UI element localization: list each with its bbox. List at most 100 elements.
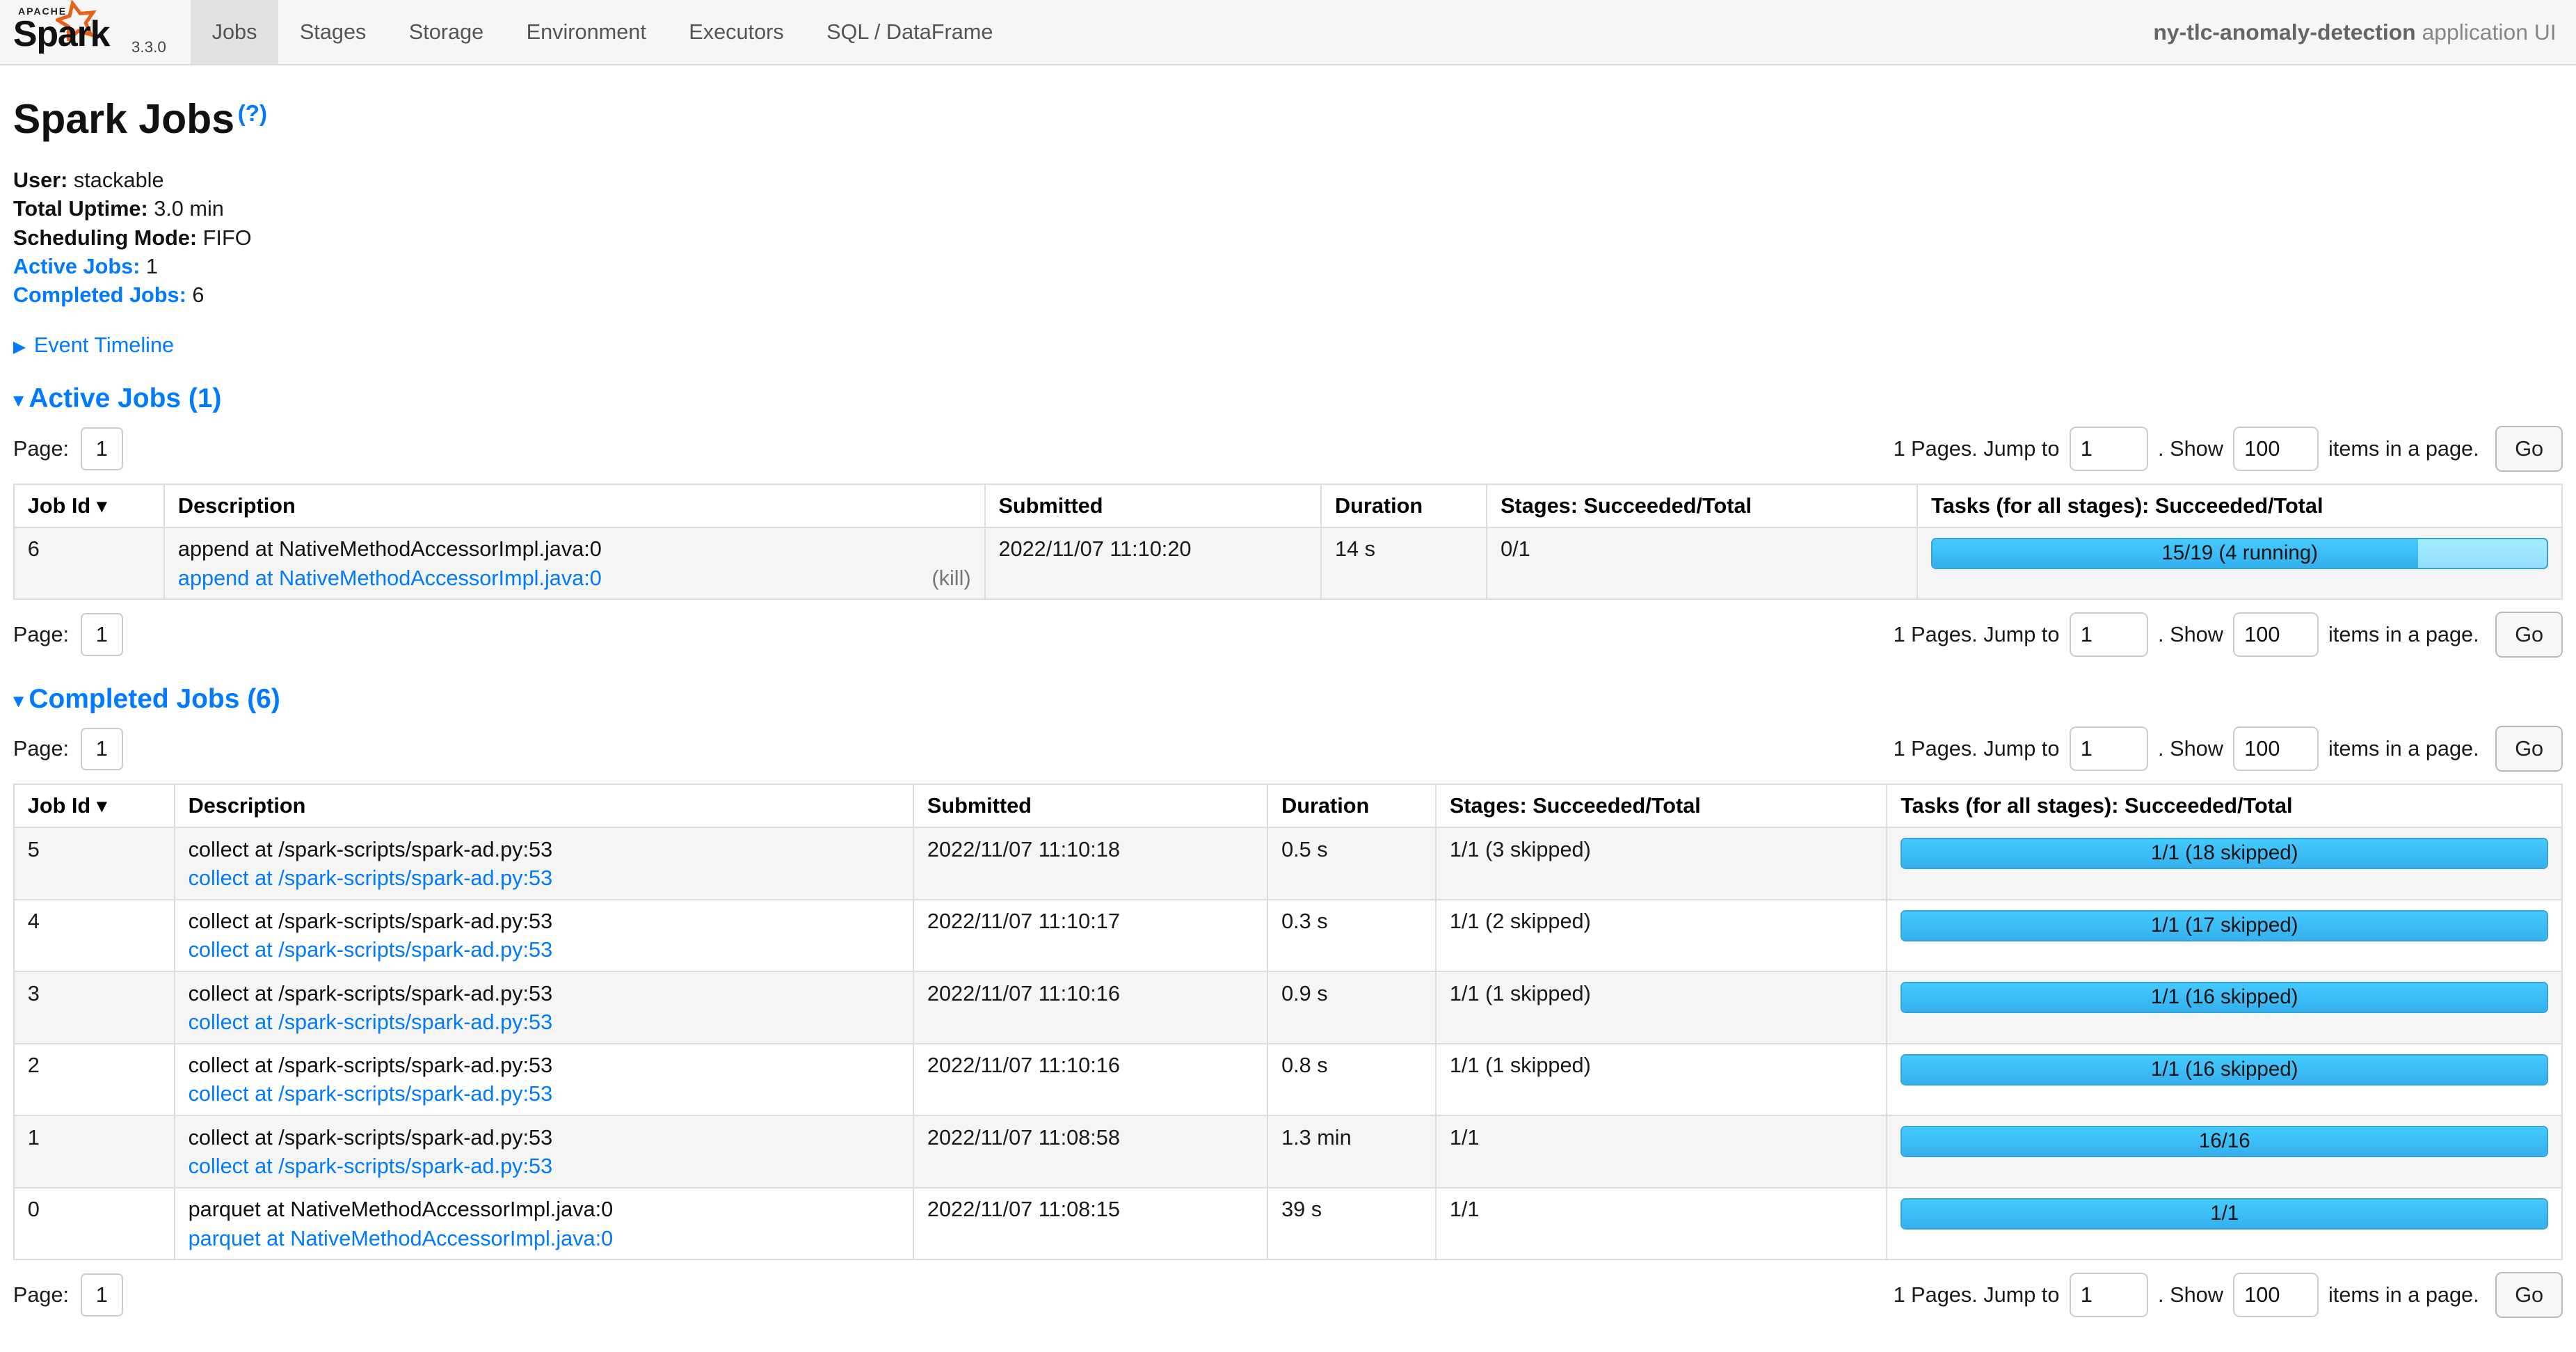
column-header-1[interactable]: Description [164,484,985,527]
description-cell: collect at /spark-scripts/spark-ad.py:53… [175,1044,913,1116]
main-content: Spark Jobs(?) User: stackable Total Upti… [0,95,2576,1352]
submitted-cell: 2022/11/07 11:10:16 [913,971,1267,1044]
duration-cell: 1.3 min [1267,1115,1436,1188]
application-title: ny-tlc-anomaly-detection application UI [2153,19,2576,45]
tasks-cell: 1/1 (16 skipped) [1887,1044,2562,1116]
tab-environment[interactable]: Environment [505,0,668,64]
completed-jobs-section: ▾Completed Jobs (6) Page: 1 1 Pages. Jum… [13,684,2563,1318]
page-number-box[interactable]: 1 [81,1273,123,1316]
tab-jobs[interactable]: Jobs [191,0,278,64]
tasks-cell: 1/1 (17 skipped) [1887,900,2562,972]
job-id-cell: 1 [14,1115,175,1188]
job-description-link[interactable]: collect at /spark-scripts/spark-ad.py:53 [189,935,553,964]
tasks-progress-bar: 16/16 [1901,1126,2548,1157]
active-jobs-link[interactable]: Active Jobs: [13,254,140,278]
jump-to-input[interactable] [2070,612,2148,657]
job-description: collect at /spark-scripts/spark-ad.py:53 [189,979,900,1008]
progress-label: 1/1 [1902,1200,2547,1227]
items-text: items in a page. [2328,736,2479,761]
submitted-cell: 2022/11/07 11:10:18 [913,827,1267,900]
nav-tabs: Jobs Stages Storage Environment Executor… [191,0,1014,64]
summary-completed-jobs: Completed Jobs: 6 [13,280,2563,309]
duration-cell: 14 s [1321,527,1487,600]
summary-active-jobs: Active Jobs: 1 [13,252,2563,280]
job-row: 6 append at NativeMethodAccessorImpl.jav… [14,527,2562,600]
help-link[interactable]: (?) [238,101,267,127]
job-id-cell: 4 [14,900,175,972]
tasks-progress-bar: 15/19 (4 running) [1931,538,2548,569]
stages-cell: 1/1 [1436,1188,1887,1260]
application-name: ny-tlc-anomaly-detection [2153,19,2415,45]
completed-jobs-heading[interactable]: ▾Completed Jobs (6) [13,684,2563,715]
job-row: 3 collect at /spark-scripts/spark-ad.py:… [14,971,2562,1044]
column-header-4[interactable]: Stages: Succeeded/Total [1436,784,1887,827]
spark-logo[interactable]: APACHE Spark 3.3.0 [0,0,174,64]
summary-scheduling-mode: Scheduling Mode: FIFO [13,223,2563,252]
completed-jobs-table-wrap: Job Id ▾DescriptionSubmittedDurationStag… [13,784,2563,1260]
stages-cell: 0/1 [1487,527,1917,600]
column-header-4[interactable]: Stages: Succeeded/Total [1487,484,1917,527]
pagination-row: Page: 1 1 Pages. Jump to . Show items in… [13,726,2563,772]
pages-jump-text: 1 Pages. Jump to [1894,622,2060,647]
stages-cell: 1/1 (1 skipped) [1436,971,1887,1044]
column-header-3[interactable]: Duration [1267,784,1436,827]
column-header-5[interactable]: Tasks (for all stages): Succeeded/Total [1887,784,2562,827]
page-number-box[interactable]: 1 [81,613,123,655]
tasks-cell: 15/19 (4 running) [1917,527,2562,600]
show-items-input[interactable] [2233,612,2319,657]
tab-executors[interactable]: Executors [668,0,806,64]
completed-jobs-link[interactable]: Completed Jobs: [13,283,186,307]
tab-stages[interactable]: Stages [278,0,387,64]
go-button[interactable]: Go [2495,726,2563,772]
go-button[interactable]: Go [2495,1272,2563,1318]
job-description-link[interactable]: parquet at NativeMethodAccessorImpl.java… [189,1224,614,1252]
job-row: 2 collect at /spark-scripts/spark-ad.py:… [14,1044,2562,1116]
tab-storage[interactable]: Storage [387,0,505,64]
job-description-link[interactable]: append at NativeMethodAccessorImpl.java:… [178,564,602,592]
job-row: 1 collect at /spark-scripts/spark-ad.py:… [14,1115,2562,1188]
page-number-box[interactable]: 1 [81,728,123,770]
description-cell: collect at /spark-scripts/spark-ad.py:53… [175,971,913,1044]
show-text: . Show [2158,436,2223,461]
column-header-3[interactable]: Duration [1321,484,1487,527]
column-header-2[interactable]: Submitted [985,484,1322,527]
jump-to-input[interactable] [2070,726,2148,771]
tasks-progress-bar: 1/1 (17 skipped) [1901,910,2548,941]
column-header-5[interactable]: Tasks (for all stages): Succeeded/Total [1917,484,2562,527]
show-items-input[interactable] [2233,427,2319,471]
job-description-link[interactable]: collect at /spark-scripts/spark-ad.py:53 [189,864,553,892]
event-timeline-toggle[interactable]: ▶Event Timeline [13,333,2563,358]
pages-jump-text: 1 Pages. Jump to [1894,436,2060,461]
show-items-input[interactable] [2233,1273,2319,1317]
tasks-cell: 1/1 [1887,1188,2562,1260]
kill-link[interactable]: (kill) [931,564,970,592]
active-jobs-heading[interactable]: ▾Active Jobs (1) [13,383,2563,414]
jump-to-input[interactable] [2070,427,2148,471]
pagination-row: Page: 1 1 Pages. Jump to . Show items in… [13,1272,2563,1318]
stages-cell: 1/1 (3 skipped) [1436,827,1887,900]
active-jobs-section: ▾Active Jobs (1) Page: 1 1 Pages. Jump t… [13,383,2563,658]
page-number-box[interactable]: 1 [81,427,123,470]
job-id-cell: 3 [14,971,175,1044]
job-description-link[interactable]: collect at /spark-scripts/spark-ad.py:53 [189,1152,553,1180]
go-button[interactable]: Go [2495,426,2563,472]
job-description-link[interactable]: collect at /spark-scripts/spark-ad.py:53 [189,1008,553,1036]
tasks-progress-bar: 1/1 (16 skipped) [1901,982,2548,1013]
column-header-0[interactable]: Job Id ▾ [14,484,164,527]
tab-sql-dataframe[interactable]: SQL / DataFrame [805,0,1014,64]
go-button[interactable]: Go [2495,612,2563,658]
jump-to-input[interactable] [2070,1273,2148,1317]
items-text: items in a page. [2328,622,2479,647]
column-header-2[interactable]: Submitted [913,784,1267,827]
show-items-input[interactable] [2233,726,2319,771]
column-header-1[interactable]: Description [175,784,913,827]
description-cell: append at NativeMethodAccessorImpl.java:… [164,527,985,600]
collapse-down-arrow-icon: ▾ [13,688,24,713]
event-timeline-label: Event Timeline [34,333,174,357]
duration-cell: 0.5 s [1267,827,1436,900]
submitted-cell: 2022/11/07 11:08:15 [913,1188,1267,1260]
job-description-link[interactable]: collect at /spark-scripts/spark-ad.py:53 [189,1079,553,1108]
tasks-cell: 1/1 (16 skipped) [1887,971,2562,1044]
column-header-0[interactable]: Job Id ▾ [14,784,175,827]
page-title: Spark Jobs(?) [13,95,2563,143]
